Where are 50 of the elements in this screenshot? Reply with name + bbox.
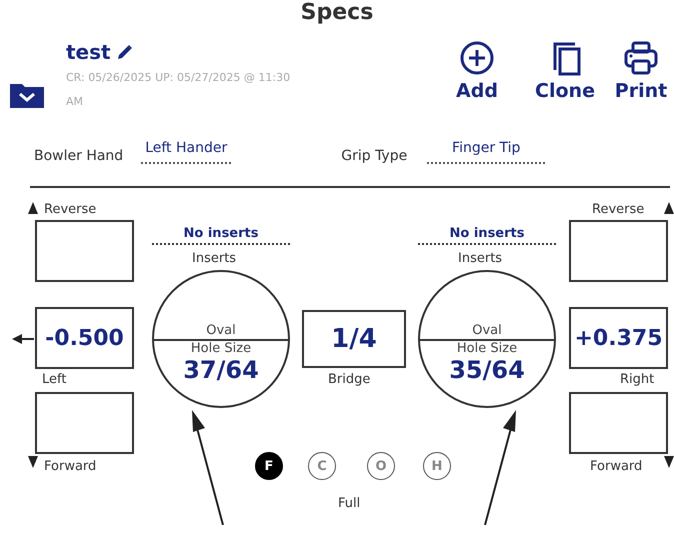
field-label: Grip Type	[341, 148, 408, 164]
up-arrow-icon	[664, 202, 674, 214]
grip-mode-option[interactable]: O	[367, 452, 395, 480]
record-name: test	[66, 40, 111, 64]
pitch-value[interactable]: -0.500	[35, 307, 134, 369]
pencil-icon	[116, 44, 133, 60]
field-value[interactable]: Finger Tip	[427, 140, 546, 164]
shape-label: Oval	[471, 324, 503, 338]
grip-mode-option[interactable]: H	[423, 452, 451, 480]
down-arrow-icon	[664, 456, 674, 468]
record-dates: CR: 05/26/2025 UP: 05/27/2025 @ 11:30 AM	[66, 70, 292, 110]
input-box[interactable]	[569, 220, 668, 282]
add-icon	[459, 40, 495, 76]
down-arrow-icon	[28, 456, 38, 468]
inserts-label: Inserts	[192, 251, 236, 266]
input-box[interactable]	[569, 392, 668, 454]
grip-mode-option[interactable]: F	[255, 452, 283, 480]
input-box[interactable]	[35, 220, 134, 282]
grip-mode-option[interactable]: C	[308, 452, 336, 480]
pitch-value[interactable]: +0.375	[569, 307, 668, 369]
hole-size-label: Hole Size	[190, 342, 252, 356]
hole-size: 35/64	[448, 356, 526, 384]
input-box[interactable]	[35, 392, 134, 454]
hole-size-label: Hole Size	[456, 342, 518, 356]
direction-label: Reverse	[592, 202, 644, 217]
finger-hole[interactable]: Oval Hole Size 35/64	[418, 270, 556, 408]
direction-label: Forward	[590, 459, 642, 474]
finger-hole[interactable]: Oval Hole Size 37/64	[152, 270, 290, 408]
bridge-value[interactable]: 1/4	[302, 310, 406, 368]
side-label: Right	[620, 372, 654, 387]
direction-label: Reverse	[44, 202, 96, 217]
field-value[interactable]: Left Hander	[141, 140, 232, 164]
bridge-label: Bridge	[328, 372, 370, 387]
up-arrow-icon	[28, 202, 38, 214]
left-arrow-icon	[12, 334, 34, 344]
print-button[interactable]: Print	[612, 40, 670, 102]
inserts-label: Inserts	[458, 251, 502, 266]
folder-icon	[10, 84, 44, 108]
printer-icon	[623, 40, 659, 76]
shape-label: Oval	[205, 324, 237, 338]
side-label: Left	[42, 372, 66, 387]
inserts-value[interactable]: No inserts	[152, 226, 290, 245]
inserts-value[interactable]: No inserts	[418, 226, 556, 245]
direction-label: Forward	[44, 459, 96, 474]
hole-size: 37/64	[182, 356, 260, 384]
field-label: Bowler Hand	[34, 148, 124, 164]
clone-button[interactable]: Clone	[524, 40, 606, 102]
add-button[interactable]: Add	[436, 40, 518, 102]
grip-mode-label: Full	[338, 496, 360, 511]
page-title: Specs	[300, 0, 374, 27]
